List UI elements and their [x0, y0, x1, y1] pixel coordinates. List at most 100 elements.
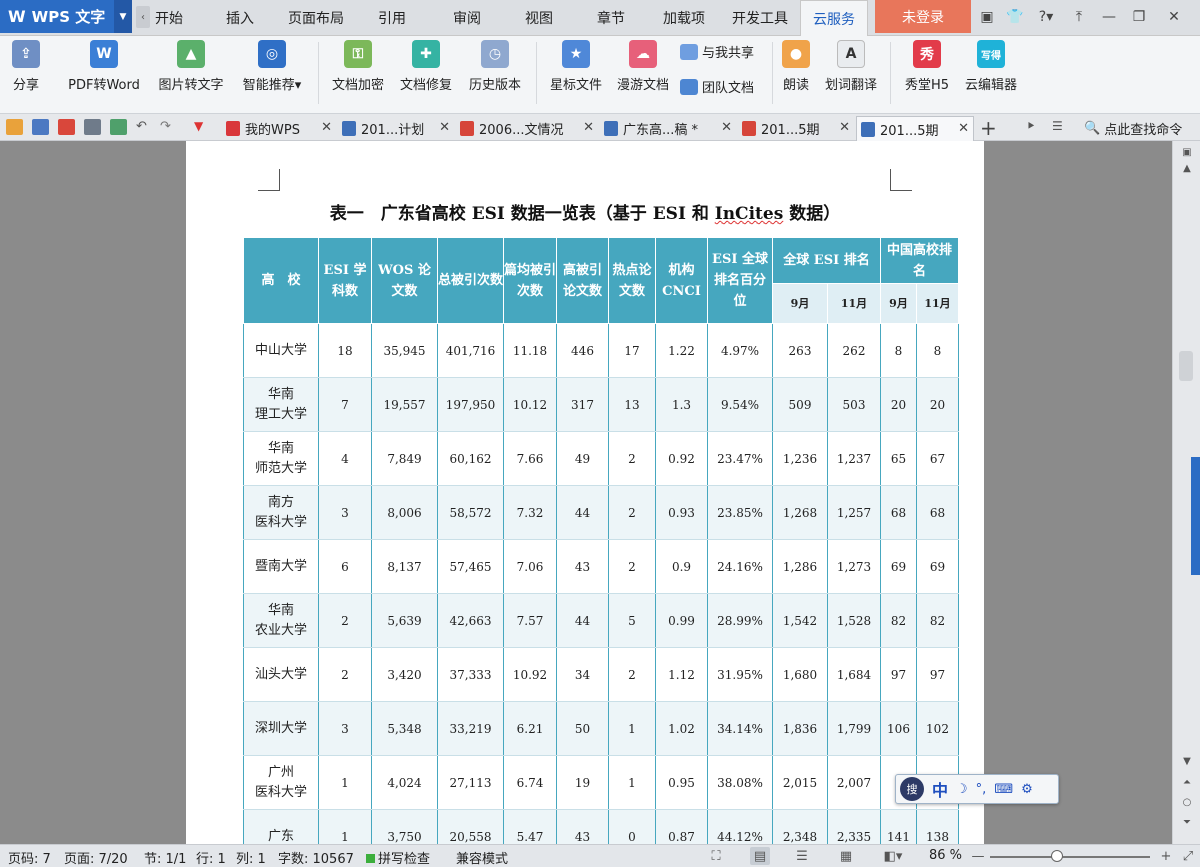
restore-ribbon-icon[interactable]: ⤒: [1068, 6, 1090, 28]
doc-repair-button[interactable]: ✚ 文档修复: [396, 40, 456, 93]
tab-page-layout[interactable]: 页面布局: [286, 0, 346, 36]
scrollbar-thumb[interactable]: [1179, 351, 1193, 381]
close-tab-icon[interactable]: ✕: [583, 120, 594, 135]
zoom-in-icon[interactable]: +: [1156, 847, 1176, 865]
status-pages[interactable]: 页面: 7/20: [64, 848, 128, 867]
tab-review[interactable]: 审阅: [449, 0, 485, 36]
doc-tab-issue5-active[interactable]: 201...5期 ✕: [856, 116, 974, 141]
spell-check-toggle[interactable]: 拼写检查: [366, 848, 430, 867]
doc-encrypt-button[interactable]: ⚿ 文档加密: [328, 40, 388, 93]
cell-total-citations: 33,219: [437, 701, 504, 756]
cell-esi-subjects: 2: [318, 593, 372, 648]
translate-button[interactable]: A 划词翻译: [820, 40, 882, 93]
close-icon[interactable]: ✕: [1163, 6, 1185, 28]
history-button[interactable]: ◷ 历史版本: [464, 40, 526, 93]
zoom-slider[interactable]: [990, 856, 1150, 858]
tab-cloud-service[interactable]: 云服务: [800, 0, 868, 37]
doc-tab-guangdong[interactable]: 广东高...稿 * ✕: [600, 116, 736, 141]
tab-developer[interactable]: 开发工具: [730, 0, 790, 36]
split-view-icon[interactable]: ▣: [1179, 147, 1195, 161]
star-files-button[interactable]: ★ 星标文件: [546, 40, 606, 93]
document-page[interactable]: 表一 广东省高校 ESI 数据一览表（基于 ESI 和 InCites 数据） …: [186, 141, 984, 844]
side-panel-handle[interactable]: [1191, 457, 1200, 575]
redo-icon[interactable]: ↷: [160, 119, 177, 135]
scroll-down-icon[interactable]: ▼: [1179, 756, 1195, 770]
undo-icon[interactable]: ↶: [136, 119, 153, 135]
cell-wos-papers: 7,849: [371, 431, 438, 486]
smart-recommend-button[interactable]: ◎ 智能推荐▾: [236, 40, 308, 93]
ime-language[interactable]: 中: [932, 777, 948, 801]
print-icon[interactable]: [84, 119, 101, 135]
outline-view-icon[interactable]: ☰: [792, 847, 812, 865]
app-menu-button[interactable]: W WPS 文字 ▼: [0, 0, 132, 33]
doc-tab-plan[interactable]: 201...计划 ✕: [338, 116, 454, 141]
xiutang-h5-button[interactable]: 秀 秀堂H5: [900, 40, 954, 93]
close-tab-icon[interactable]: ✕: [321, 120, 332, 135]
image-to-text-button[interactable]: ▲ 图片转文字: [154, 40, 228, 93]
export-pdf-icon[interactable]: [58, 119, 75, 135]
prev-page-icon[interactable]: ⏶: [1179, 777, 1195, 791]
app-name: WPS 文字: [31, 8, 106, 26]
xiutang-label: 秀堂H5: [904, 78, 950, 93]
doc-tab-my-wps[interactable]: 我的WPS ✕: [222, 116, 336, 141]
document-area: 表一 广东省高校 ESI 数据一览表（基于 ESI 和 InCites 数据） …: [0, 141, 1172, 844]
tab-view[interactable]: 视图: [521, 0, 557, 36]
tab-home[interactable]: 开始: [152, 0, 186, 36]
tab-chapter[interactable]: 章节: [593, 0, 629, 36]
tab-menu-icon[interactable]: ☰: [1052, 119, 1069, 135]
skin-icon[interactable]: ▣: [976, 6, 998, 28]
ime-symbol-icon[interactable]: °,: [976, 782, 987, 797]
team-docs-button[interactable]: 团队文档: [680, 77, 754, 96]
open-folder-icon[interactable]: [6, 119, 23, 135]
ime-punctuation-icon[interactable]: ☽: [956, 782, 968, 797]
gear-icon[interactable]: ⚙: [1021, 782, 1033, 797]
pdf-to-word-button[interactable]: W PDF转Word: [62, 40, 146, 93]
maximize-icon[interactable]: ❐: [1128, 6, 1150, 28]
login-button[interactable]: 未登录: [875, 0, 971, 33]
shared-with-me-button[interactable]: 与我共享: [680, 42, 754, 61]
tab-references[interactable]: 引用: [374, 0, 410, 36]
status-word-count[interactable]: 字数: 10567: [278, 848, 354, 867]
doc-tab-2006[interactable]: 2006...文情况 ✕: [456, 116, 598, 141]
fullscreen-icon[interactable]: ⛶: [706, 847, 726, 865]
close-tab-icon[interactable]: ✕: [439, 120, 450, 135]
tab-options-icon[interactable]: ⯈: [1026, 119, 1043, 135]
app-menu-caret-icon[interactable]: ▼: [114, 0, 132, 33]
keyboard-icon[interactable]: ⌨: [994, 782, 1013, 797]
tab-insert[interactable]: 插入: [222, 0, 258, 36]
cloud-editor-button[interactable]: 写得 云编辑器: [960, 40, 1022, 93]
status-page-number: 页码: 7: [8, 852, 51, 867]
close-tab-icon[interactable]: ✕: [958, 121, 969, 136]
new-tab-icon[interactable]: +: [980, 116, 997, 140]
doc-tab-issue5-pdf[interactable]: 201...5期 ✕: [738, 116, 854, 141]
cell-wos-papers: 4,024: [371, 755, 438, 810]
web-view-icon[interactable]: ▦: [836, 847, 856, 865]
print-preview-icon[interactable]: [110, 119, 127, 135]
zoom-slider-knob[interactable]: [1051, 850, 1064, 862]
next-page-icon[interactable]: ⏷: [1179, 817, 1195, 831]
roam-docs-button[interactable]: ☁ 漫游文档: [613, 40, 673, 93]
close-tab-icon[interactable]: ✕: [839, 120, 850, 135]
command-search[interactable]: 🔍 点此查找命令: [1084, 119, 1182, 138]
zoom-level[interactable]: 86 %: [929, 848, 962, 863]
minimize-icon[interactable]: —: [1098, 6, 1120, 28]
cell-esi-percentile: 23.47%: [707, 431, 773, 486]
select-browse-icon[interactable]: ○: [1179, 797, 1195, 811]
fit-page-icon[interactable]: ⤢: [1178, 847, 1198, 865]
pin-icon[interactable]: ▼: [194, 119, 211, 135]
shirt-icon[interactable]: 👕: [1004, 6, 1026, 28]
cell-hot-papers: 2: [608, 539, 656, 594]
read-aloud-button[interactable]: ● 朗读: [778, 40, 814, 93]
eye-protection-icon[interactable]: ◧▾: [878, 847, 908, 865]
menu-collapse-icon[interactable]: ‹: [136, 6, 150, 28]
close-tab-icon[interactable]: ✕: [721, 120, 732, 135]
tab-addins[interactable]: 加载项: [660, 0, 708, 36]
zoom-out-icon[interactable]: —: [968, 847, 988, 865]
share-button[interactable]: ⇪ 分享: [8, 40, 44, 93]
scroll-up-icon[interactable]: ▲: [1179, 163, 1195, 177]
save-icon[interactable]: [32, 119, 49, 135]
page-view-icon[interactable]: ▤: [750, 847, 770, 865]
status-bar: 页码: 7 页面: 7/20 节: 1/1 行: 1 列: 1 字数: 1056…: [0, 844, 1200, 867]
ime-toolbar[interactable]: 搜 中 ☽ °, ⌨ ⚙: [895, 774, 1059, 804]
help-icon[interactable]: ?▾: [1032, 6, 1060, 28]
